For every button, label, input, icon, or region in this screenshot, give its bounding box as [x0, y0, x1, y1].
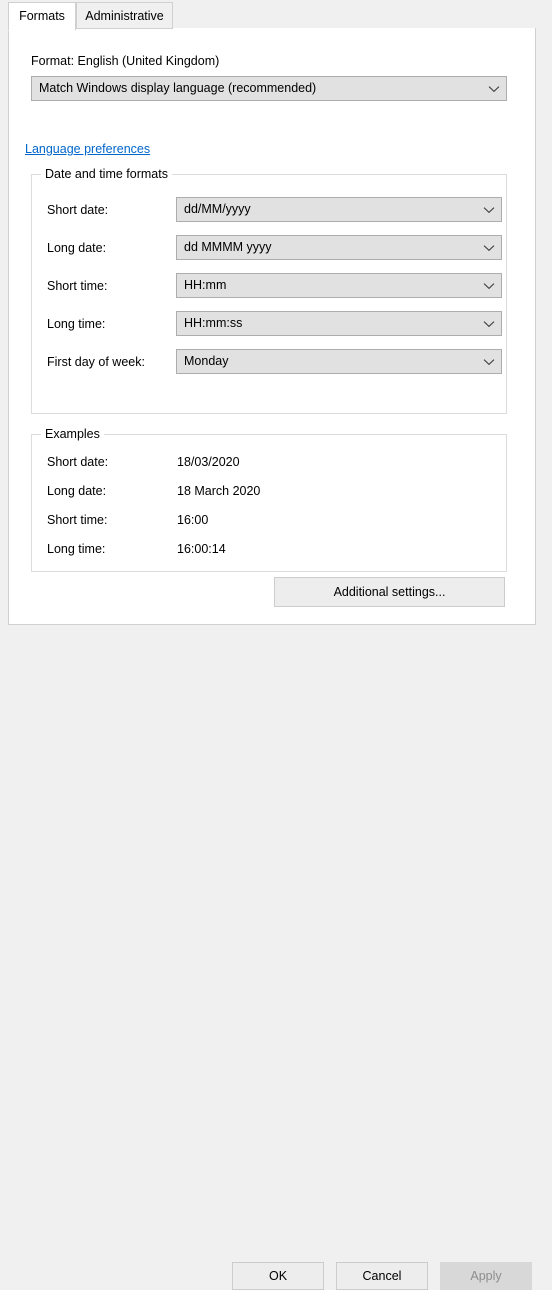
language-preferences-link[interactable]: Language preferences [25, 141, 150, 157]
example-short-date-label: Short date: [47, 455, 109, 469]
date-and-time-formats-title: Date and time formats [41, 166, 172, 182]
first-day-of-week-value: Monday [184, 354, 229, 368]
chevron-down-icon [477, 274, 501, 297]
region-settings-dialog: Formats Administrative Format: English (… [0, 0, 552, 1290]
examples-title: Examples [41, 426, 104, 442]
tab-administrative[interactable]: Administrative [76, 2, 173, 29]
example-long-time-value: 16:00:14 [177, 542, 226, 556]
example-long-date-value: 18 March 2020 [177, 484, 261, 498]
long-time-value: HH:mm:ss [184, 316, 243, 330]
cancel-button[interactable]: Cancel [336, 1262, 428, 1290]
short-date-value: dd/MM/yyyy [184, 202, 251, 216]
display-language-value: Match Windows display language (recommen… [39, 81, 317, 95]
dialog-footer: OK Cancel Apply [0, 626, 552, 1290]
display-language-combobox[interactable]: Match Windows display language (recommen… [31, 76, 507, 101]
long-date-combobox[interactable]: dd MMMM yyyy [176, 235, 502, 260]
apply-button: Apply [440, 1262, 532, 1290]
example-long-date-label: Long date: [47, 484, 107, 498]
short-time-value: HH:mm [184, 278, 227, 292]
short-time-combobox[interactable]: HH:mm [176, 273, 502, 298]
long-time-label: Long time: [47, 317, 106, 331]
examples-group: Examples Short date: 18/03/2020 Long dat… [31, 426, 507, 572]
example-long-time-label: Long time: [47, 542, 106, 556]
chevron-down-icon [482, 77, 506, 100]
current-format-label: Format: English (United Kingdom) [31, 54, 220, 68]
short-date-combobox[interactable]: dd/MM/yyyy [176, 197, 502, 222]
tab-formats[interactable]: Formats [8, 2, 76, 31]
long-date-label: Long date: [47, 241, 107, 255]
first-day-of-week-combobox[interactable]: Monday [176, 349, 502, 374]
chevron-down-icon [477, 236, 501, 259]
formats-tab-panel: Format: English (United Kingdom) Match W… [8, 28, 536, 625]
chevron-down-icon [477, 198, 501, 221]
additional-settings-button[interactable]: Additional settings... [274, 577, 505, 607]
long-date-value: dd MMMM yyyy [184, 240, 272, 254]
tab-administrative-label: Administrative [85, 9, 164, 23]
example-short-time-label: Short time: [47, 513, 108, 527]
tab-formats-label: Formats [19, 9, 65, 23]
chevron-down-icon [477, 350, 501, 373]
example-short-time-value: 16:00 [177, 513, 209, 527]
tab-strip: Formats Administrative [8, 2, 536, 31]
long-time-combobox[interactable]: HH:mm:ss [176, 311, 502, 336]
chevron-down-icon [477, 312, 501, 335]
example-short-date-value: 18/03/2020 [177, 455, 240, 469]
first-day-of-week-label: First day of week: [47, 355, 145, 369]
ok-button[interactable]: OK [232, 1262, 324, 1290]
date-and-time-formats-group: Date and time formats Short date: dd/MM/… [31, 166, 507, 414]
short-date-label: Short date: [47, 203, 109, 217]
short-time-label: Short time: [47, 279, 108, 293]
